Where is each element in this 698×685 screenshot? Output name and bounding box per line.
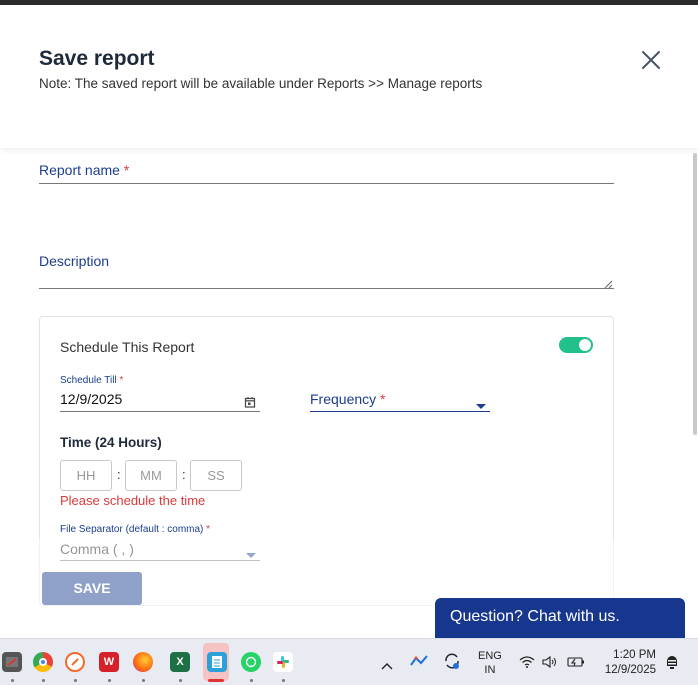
save-report-dialog: Save report Note: The saved report will …: [0, 5, 698, 638]
close-icon[interactable]: [638, 47, 664, 73]
minutes-input[interactable]: MM: [125, 460, 177, 491]
clock-time: 1:20 PM: [613, 649, 656, 661]
sync-icon[interactable]: [443, 652, 461, 670]
running-indicator: [74, 679, 77, 682]
file-separator-dropdown-arrow-icon[interactable]: [245, 546, 257, 558]
volume-icon[interactable]: [542, 655, 558, 669]
report-name-field[interactable]: [39, 183, 614, 184]
clock-date: 12/9/2025: [604, 664, 656, 676]
wifi-icon[interactable]: [519, 655, 535, 668]
required-marker: *: [119, 375, 124, 386]
app-icon[interactable]: [2, 652, 22, 672]
time-title: Time (24 Hours): [60, 435, 162, 450]
whatsapp-icon[interactable]: [241, 652, 261, 672]
toggle-knob: [579, 339, 591, 351]
time-error-message: Please schedule the time: [60, 493, 206, 508]
firefox-icon[interactable]: [133, 652, 153, 672]
file-separator-select[interactable]: [60, 560, 260, 561]
scrollbar-thumb[interactable]: [693, 153, 697, 435]
required-marker: *: [206, 524, 211, 535]
slack-icon[interactable]: [273, 652, 293, 672]
notepad-icon[interactable]: [207, 652, 227, 672]
dialog-header: Save report Note: The saved report will …: [0, 5, 698, 148]
required-marker: *: [380, 391, 386, 407]
report-name-label-text: Report name: [39, 162, 120, 178]
frequency-label: Frequency *: [310, 391, 386, 407]
chrome-icon[interactable]: [33, 652, 53, 672]
network-activity-icon[interactable]: [410, 654, 428, 668]
required-marker: *: [123, 162, 130, 178]
dialog-title: Save report: [39, 47, 155, 70]
time-separator: :: [182, 467, 186, 482]
region-code: IN: [484, 664, 496, 676]
running-indicator: [142, 679, 145, 682]
running-indicator: [282, 679, 285, 682]
system-clock[interactable]: 1:20 PM 12/9/2025: [596, 648, 656, 678]
frequency-label-text: Frequency: [310, 391, 377, 407]
running-indicator: [179, 679, 182, 682]
running-indicator: [108, 679, 111, 682]
language-code: ENG: [478, 650, 502, 662]
report-name-label: Report name *: [39, 162, 129, 178]
running-indicator: [11, 679, 14, 682]
chevron-up-icon[interactable]: [381, 657, 393, 670]
wps-office-icon[interactable]: W: [99, 652, 119, 672]
taskbar: W X ENG IN 1:20 PM 12/9/2025: [0, 638, 698, 685]
time-separator: :: [117, 467, 121, 482]
chat-widget-button[interactable]: Question? Chat with us.: [435, 598, 685, 638]
save-button[interactable]: SAVE: [42, 572, 142, 605]
notifications-icon[interactable]: [663, 653, 681, 671]
schedule-till-value[interactable]: 12/9/2025: [60, 391, 122, 407]
running-indicator: [42, 679, 45, 682]
frequency-select[interactable]: [310, 411, 490, 412]
battery-icon[interactable]: [567, 655, 585, 667]
schedule-till-label: Schedule Till *: [60, 375, 123, 386]
brave-icon[interactable]: [65, 652, 85, 672]
file-separator-label: File Separator (default : comma) *: [60, 524, 210, 535]
running-indicator: [250, 679, 253, 682]
schedule-till-field[interactable]: [60, 411, 260, 412]
frequency-dropdown-arrow-icon[interactable]: [475, 397, 487, 409]
schedule-card: Schedule This Report Schedule Till * 12/…: [39, 316, 614, 606]
file-separator-label-text: File Separator (default : comma): [60, 524, 204, 535]
dialog-note: Note: The saved report will be available…: [39, 76, 483, 91]
description-label: Description: [39, 253, 110, 269]
excel-icon[interactable]: X: [170, 652, 190, 672]
schedule-toggle[interactable]: [559, 337, 593, 353]
language-indicator[interactable]: ENG IN: [478, 649, 502, 677]
seconds-input[interactable]: SS: [190, 460, 242, 491]
calendar-icon[interactable]: [244, 395, 256, 408]
schedule-title: Schedule This Report: [60, 339, 195, 355]
schedule-till-label-text: Schedule Till: [60, 375, 117, 386]
file-separator-value[interactable]: Comma ( , ): [60, 541, 134, 557]
hours-input[interactable]: HH: [60, 460, 112, 491]
resize-handle-icon[interactable]: [604, 276, 613, 289]
active-indicator: [208, 679, 224, 682]
description-field[interactable]: [39, 288, 614, 289]
